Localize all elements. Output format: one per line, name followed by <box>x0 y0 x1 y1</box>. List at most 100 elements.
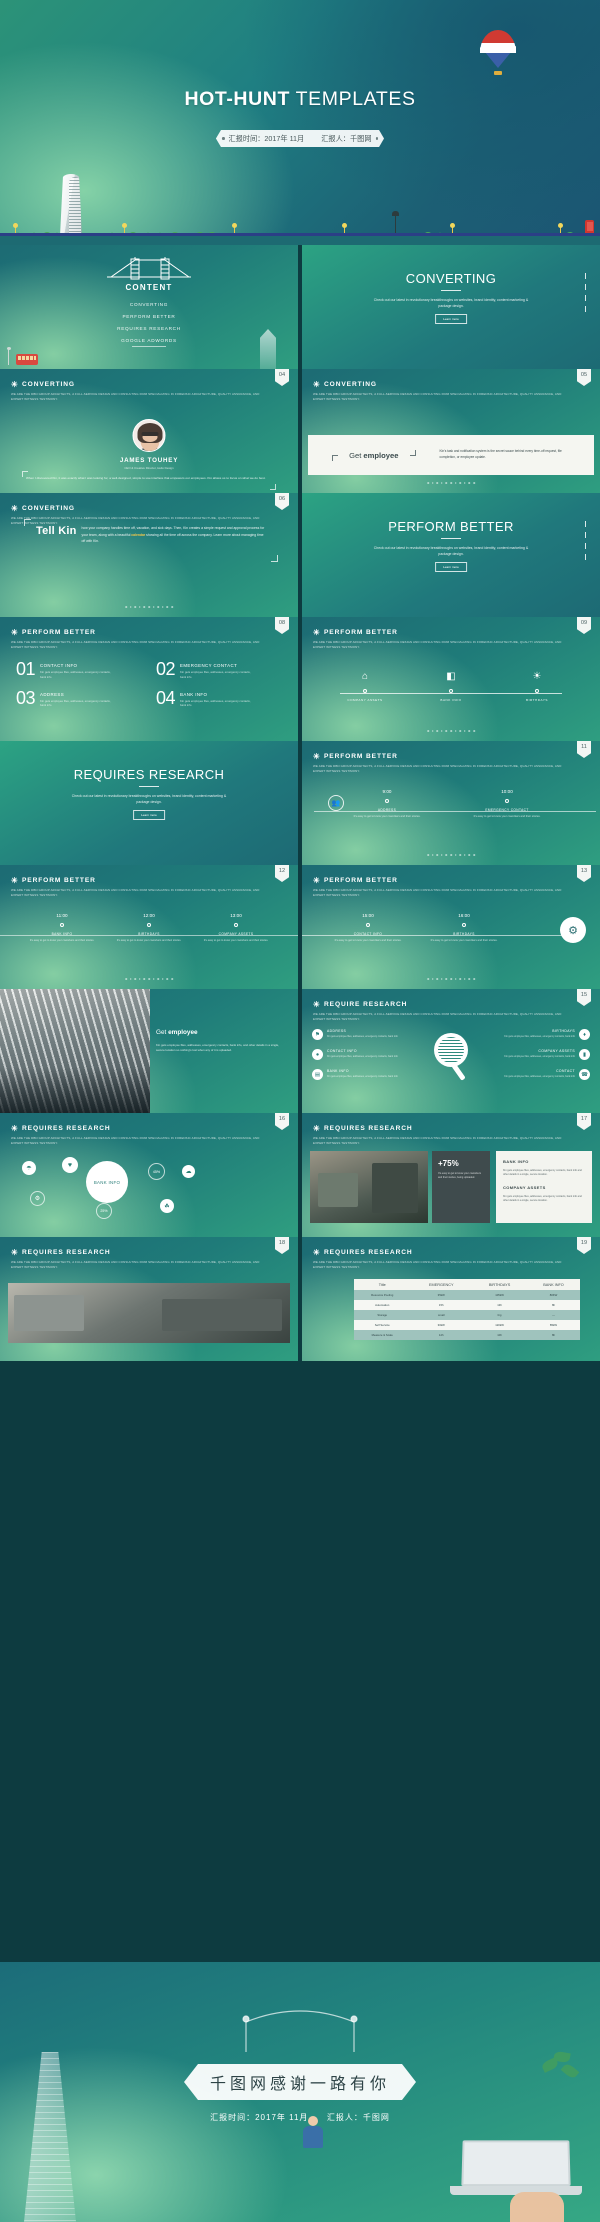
table-row: Automation 15h 13h 8h <box>354 1300 580 1310</box>
section-subtitle: WE ARE THE DBN GROUP ARCHITECTS, A FULL-… <box>313 640 562 649</box>
slide-14-photo-employee[interactable]: Get employee Kin gets employee files, ad… <box>0 989 298 1113</box>
cover-title-bold: HOT-HUNT <box>184 88 290 110</box>
content-menu: CONVERTING PERFORM BETTER REQUIRES RESEA… <box>0 302 298 350</box>
content-item-1[interactable]: PERFORM BETTER <box>0 314 298 319</box>
pagination-dots[interactable] <box>125 606 173 608</box>
slide-09-icon-line[interactable]: 09 ✳ PERFORM BETTER WE ARE THE DBN GROUP … <box>302 617 600 741</box>
skyscraper-decoration <box>24 2052 76 2222</box>
section-title: ✳ REQUIRES RESEARCH <box>11 1125 262 1133</box>
numbered-items: 01 CONTACT INFO Kin gets employee files, a… <box>16 660 282 709</box>
briefcase-icon: ▮ <box>579 1049 590 1060</box>
hero-title: REQUIRES RESEARCH <box>73 767 225 782</box>
slide-header: ✳ REQUIRES RESEARCH WE ARE THE DBN GROUP … <box>11 1249 262 1269</box>
slide-number-badge: 16 <box>275 1113 289 1130</box>
content-item-0[interactable]: CONVERTING <box>0 302 298 307</box>
section-title-text: REQUIRES RESEARCH <box>22 1249 111 1256</box>
desks-photo <box>8 1283 290 1343</box>
table-row: Resource Pooling 35kW 105kW 80KW <box>354 1290 580 1300</box>
avatar <box>132 419 166 452</box>
info-item[interactable]: ☎ CONTACT Kin gets employee files, address… <box>480 1069 590 1080</box>
slide-12-three-up[interactable]: 12 ✳ PERFORM BETTER WE ARE THE DBN GROUP … <box>0 865 298 989</box>
info-item[interactable]: ⚑ ADDRESS Kin gets employee files, address… <box>312 1029 422 1040</box>
pagination-dots[interactable] <box>125 978 173 980</box>
timeline-item[interactable]: 9:00 ADDRESS It's easy to get to know your… <box>342 789 432 820</box>
percent-bubble[interactable]: 45% <box>148 1163 165 1180</box>
cake-icon: ♦ <box>579 1029 590 1040</box>
percent-bubble[interactable]: 25% <box>96 1203 112 1219</box>
timeline-item[interactable]: ◧ BANK INFO <box>416 669 486 702</box>
info-item[interactable]: ▤ BANK INFO Kin gets employee files, addre… <box>312 1069 422 1080</box>
heart-icon[interactable]: ♥ <box>62 1157 78 1173</box>
slide-04-person[interactable]: 04 ✳ CONVERTING WE ARE THE DBN GROUP ARCH… <box>0 369 298 493</box>
leaf-icon[interactable]: ☘ <box>160 1199 174 1213</box>
magnifier-right-column: ♦ BIRTHDAYS Kin gets employee files, addre… <box>480 1029 590 1089</box>
slide-row: 16 ✳ REQUIRES RESEARCH WE ARE THE DBN GRO… <box>0 1113 600 1237</box>
section-title: ✳ PERFORM BETTER <box>313 629 564 637</box>
info-item[interactable]: ♦ BIRTHDAYS Kin gets employee files, addre… <box>480 1029 590 1040</box>
timeline-item[interactable]: 11:00 BANK INFO It's easy to get to know y… <box>22 913 102 943</box>
info-item[interactable]: ▮ COMPANY ASSETS Kin gets employee files, … <box>480 1049 590 1060</box>
slide-19-table[interactable]: 19 ✳ REQUIRES RESEARCH WE ARE THE DBN GRO… <box>302 1237 600 1361</box>
slide-17-photo-stat[interactable]: 17 ✳ REQUIRES RESEARCH WE ARE THE DBN GRO… <box>302 1113 600 1237</box>
table-row: Storage small big — <box>354 1310 580 1320</box>
timeline-label: ADDRESS <box>377 808 397 812</box>
side-ticks <box>585 521 586 560</box>
learn-more-button[interactable]: Learn more <box>435 314 467 324</box>
slide-11-two-up[interactable]: 11 ✳ PERFORM BETTER WE ARE THE DBN GROUP … <box>302 741 600 865</box>
slide-15-magnifier[interactable]: 15 ✳ REQUIRE RESEARCH WE ARE THE DBN GROU… <box>302 989 600 1113</box>
pagination-dots[interactable] <box>427 978 475 980</box>
slide-content[interactable]: CONTENT CONVERTING PERFORM BETTER REQUIR… <box>0 245 298 369</box>
timeline-item[interactable]: 13:00 COMPANY ASSETS It's easy to get to k… <box>196 913 276 943</box>
learn-more-button[interactable]: Learn more <box>133 810 165 820</box>
pagination-dots[interactable] <box>427 854 475 856</box>
stat-value: +75% <box>438 1159 459 1168</box>
timeline-item[interactable]: 15:00 CONTACT INFO It's easy to get to kno… <box>328 913 408 944</box>
divider <box>441 290 461 291</box>
section-title: ✳ REQUIRES RESEARCH <box>313 1249 564 1257</box>
timeline-label: COMPANY ASSETS <box>218 932 254 936</box>
panel-text: Kin's task and notification system is th… <box>439 449 562 459</box>
timeline-item[interactable]: ⌂ COMPANY ASSETS <box>330 669 400 702</box>
center-bubble[interactable]: BANK INFO <box>86 1161 128 1203</box>
star-icon: ✳ <box>11 628 19 637</box>
library-photo <box>0 989 150 1113</box>
numbered-item: 04 BANK INFO Kin gets employee files, addr… <box>156 689 282 709</box>
slide-07-perform-better-hero[interactable]: PERFORM BETTER Check out our latest in r… <box>302 493 600 617</box>
lightbulb-icon: ☀ <box>532 671 542 682</box>
timeline-node <box>234 923 238 927</box>
bar-chart-icon: ◧ <box>446 671 456 682</box>
slide-16-bubbles[interactable]: 16 ✳ REQUIRES RESEARCH WE ARE THE DBN GRO… <box>0 1113 298 1237</box>
section-title: ✳ PERFORM BETTER <box>11 877 262 885</box>
panel-heading-1: BANK INFO <box>503 1159 529 1164</box>
slide-18-photo-desks[interactable]: 18 ✳ REQUIRES RESEARCH WE ARE THE DBN GRO… <box>0 1237 298 1361</box>
item-desc: Kin gets employee files, addresses, emer… <box>504 1055 575 1058</box>
tell-kin-heading: Tell Kin <box>36 525 77 537</box>
gear-icon[interactable]: ⚙ <box>30 1191 45 1206</box>
timeline-item[interactable]: 12:00 BIRTHDAYS It's easy to get to know y… <box>109 913 189 943</box>
plant-decoration <box>540 2050 582 2084</box>
slide-05-get-employee[interactable]: 05 ✳ CONVERTING WE ARE THE DBN GROUP ARCH… <box>302 369 600 493</box>
timeline-desc: It's easy to get to know your coworkers … <box>353 815 421 818</box>
cloud-icon[interactable]: ☁ <box>182 1165 195 1178</box>
slide-converting-hero[interactable]: CONVERTING Check out our latest in revol… <box>302 245 600 369</box>
hand-decoration <box>510 2192 564 2222</box>
timeline-item[interactable]: ☀ BIRTHDAYS <box>502 669 572 702</box>
timeline-item[interactable]: 16:00 BIRTHDAYS It's easy to get to know y… <box>424 913 504 944</box>
section-title: ✳ REQUIRE RESEARCH <box>313 1001 564 1009</box>
slide-13-two-up-gear[interactable]: 13 ✳ PERFORM BETTER WE ARE THE DBN GROUP … <box>302 865 600 989</box>
pagination-dots[interactable] <box>427 730 475 732</box>
slide-06-tell-kin[interactable]: 06 ✳ CONVERTING WE ARE THE DBN GROUP ARCH… <box>0 493 298 617</box>
content-item-2[interactable]: REQUIRES RESEARCH <box>0 326 298 331</box>
info-item[interactable]: ● CONTACT INFO Kin gets employee files, ad… <box>312 1049 422 1060</box>
timeline-item[interactable]: 10:00 EMERGENCY CONTACT It's easy to get t… <box>462 789 552 820</box>
table-cell: Resource Pooling <box>354 1290 411 1300</box>
learn-more-button[interactable]: Learn more <box>435 562 467 572</box>
thank-you-message: 千图网感谢一路有你 <box>184 2064 416 2100</box>
table-cell: 12h <box>410 1330 473 1340</box>
umbrella-icon[interactable]: ☂ <box>22 1161 36 1175</box>
cover-report-date: 汇报时间：2017年 11月 <box>228 134 305 143</box>
pagination-dots[interactable] <box>427 482 475 484</box>
slide-08-numbers[interactable]: 08 ✳ PERFORM BETTER WE ARE THE DBN GROUP … <box>0 617 298 741</box>
content-item-3[interactable]: GOOGLE ADWORDS <box>0 338 298 343</box>
slide-10-requires-research-hero[interactable]: REQUIRES RESEARCH Check out our latest i… <box>0 741 298 865</box>
